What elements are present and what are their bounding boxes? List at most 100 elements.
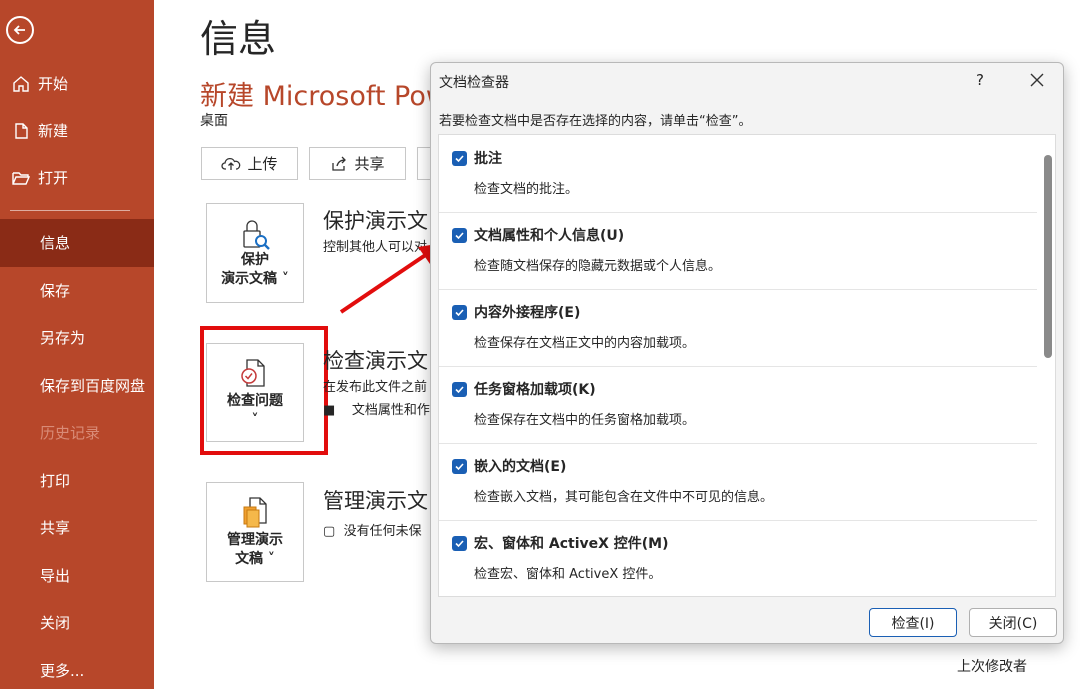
- option-label: 嵌入的文档(E): [474, 456, 566, 476]
- sidebar-item-label: 信息: [40, 232, 70, 253]
- sidebar-item-history: 历史记录: [0, 409, 154, 457]
- document-stack-icon: [238, 495, 272, 531]
- checkmark-icon: [454, 461, 465, 472]
- sidebar-item-save[interactable]: 保存: [0, 267, 154, 315]
- page-title: 信息: [200, 8, 276, 63]
- manage-card-label-2: 文稿: [235, 551, 263, 567]
- sidebar-item-label: 新建: [38, 120, 68, 141]
- inspect-button[interactable]: 检查(I): [869, 608, 957, 637]
- comments-checkbox[interactable]: [452, 151, 467, 166]
- sidebar-item-label: 打印: [40, 470, 70, 491]
- checkmark-icon: [454, 230, 465, 241]
- manage-presentation-button[interactable]: 管理演示 文稿 ˅: [206, 482, 304, 582]
- protect-section-desc: 控制其他人可以对: [323, 236, 427, 255]
- sidebar-item-info[interactable]: 信息: [0, 219, 154, 267]
- protect-card-label-2: 演示文稿: [221, 271, 277, 287]
- sidebar-item-open[interactable]: 打开: [0, 154, 154, 201]
- inspection-options-list: 批注 检查文档的批注。 文档属性和个人信息(U) 检查随文档保存的隐藏元数据或个…: [438, 134, 1056, 597]
- option-desc: 检查保存在文档正文中的内容加载项。: [474, 332, 695, 351]
- option-label: 内容外接程序(E): [474, 302, 580, 322]
- sidebar-item-print[interactable]: 打印: [0, 457, 154, 505]
- folder-open-icon: [12, 169, 30, 187]
- option-desc: 检查嵌入文档，其可能包含在文件中不可见的信息。: [474, 486, 773, 505]
- document-icon: ▢: [323, 524, 335, 539]
- document-location[interactable]: 桌面: [200, 110, 228, 130]
- list-item: 批注 检查文档的批注。: [439, 135, 1037, 213]
- protect-presentation-button[interactable]: 保护 演示文稿 ˅: [206, 203, 304, 303]
- inspect-bullet: ■ 文档属性和作: [323, 399, 430, 418]
- list-item: 任务窗格加载项(K) 检查保存在文档中的任务窗格加载项。: [439, 366, 1037, 444]
- inspect-section-desc: 在发布此文件之前: [323, 376, 427, 395]
- red-highlight-box: [200, 326, 328, 455]
- sidebar-item-home[interactable]: 开始: [0, 60, 154, 107]
- checkmark-icon: [454, 153, 465, 164]
- sidebar-item-new[interactable]: 新建: [0, 107, 154, 154]
- sidebar-item-label: 开始: [38, 73, 68, 94]
- list-item: 嵌入的文档(E) 检查嵌入文档，其可能包含在文件中不可见的信息。: [439, 443, 1037, 521]
- sidebar-nav: 信息 保存 另存为 保存到百度网盘 历史记录 打印 共享 导出 关闭 更多...: [0, 219, 154, 694]
- cloud-upload-icon: [221, 156, 241, 172]
- chevron-down-icon: ˅: [277, 271, 289, 287]
- manage-card-label-1: 管理演示: [227, 531, 283, 550]
- option-label: 宏、窗体和 ActiveX 控件(M): [474, 533, 669, 553]
- protect-card-label-1: 保护: [241, 251, 269, 270]
- option-desc: 检查保存在文档中的任务窗格加载项。: [474, 409, 695, 428]
- help-button[interactable]: ?: [976, 71, 984, 89]
- document-inspector-dialog: 文档检查器 ? 若要检查文档中是否存在选择的内容，请单击“检查”。 批注 检查文…: [430, 62, 1064, 644]
- sidebar-top-nav: 开始 新建 打开: [0, 60, 154, 201]
- inspect-section-title: 检查演示文: [323, 345, 428, 375]
- option-desc: 检查文档的批注。: [474, 178, 578, 197]
- close-icon: [1030, 73, 1044, 87]
- checkmark-icon: [454, 384, 465, 395]
- back-button[interactable]: [6, 16, 34, 44]
- inspect-bullet-text: 文档属性和作: [352, 403, 430, 418]
- sidebar-item-share[interactable]: 共享: [0, 504, 154, 552]
- properties-checkbox[interactable]: [452, 228, 467, 243]
- list-item: 宏、窗体和 ActiveX 控件(M) 检查宏、窗体和 ActiveX 控件。: [439, 520, 1037, 597]
- sidebar-item-label: 打开: [38, 167, 68, 188]
- sidebar-item-label: 关闭: [40, 612, 70, 633]
- manage-desc-text: 没有任何未保: [344, 524, 422, 539]
- sidebar-item-export[interactable]: 导出: [0, 552, 154, 600]
- home-icon: [12, 75, 30, 93]
- list-item: 文档属性和个人信息(U) 检查随文档保存的隐藏元数据或个人信息。: [439, 212, 1037, 290]
- share-button[interactable]: 共享: [309, 147, 406, 180]
- last-modified-by-label: 上次修改者: [957, 656, 1027, 676]
- share-icon: [330, 156, 348, 172]
- macros-checkbox[interactable]: [452, 536, 467, 551]
- sidebar-item-save-as[interactable]: 另存为: [0, 314, 154, 362]
- back-arrow-icon: [13, 23, 27, 37]
- close-button[interactable]: 关闭(C): [969, 608, 1057, 637]
- manage-section-title: 管理演示文: [323, 485, 428, 515]
- manage-section-desc: ▢ 没有任何未保: [323, 520, 422, 539]
- document-title: 新建 Microsoft Pow: [200, 74, 448, 113]
- option-label: 批注: [474, 148, 502, 168]
- option-desc: 检查随文档保存的隐藏元数据或个人信息。: [474, 255, 721, 274]
- sidebar-item-label: 导出: [40, 565, 70, 586]
- backstage-sidebar: 开始 新建 打开 信息 保存 另存为 保存到百度网盘 历史记录 打印 共享 导出…: [0, 0, 154, 689]
- chevron-down-icon: ˅: [263, 551, 275, 567]
- bullet-icon: ■: [323, 403, 335, 418]
- sidebar-item-label: 历史记录: [40, 422, 100, 443]
- lock-search-icon: [238, 217, 272, 251]
- list-scrollbar[interactable]: [1044, 155, 1052, 358]
- upload-button[interactable]: 上传: [201, 147, 298, 180]
- option-label: 文档属性和个人信息(U): [474, 225, 624, 245]
- content-addins-checkbox[interactable]: [452, 305, 467, 320]
- option-label: 任务窗格加载项(K): [474, 379, 596, 399]
- sidebar-item-label: 更多...: [40, 660, 84, 681]
- option-desc: 检查宏、窗体和 ActiveX 控件。: [474, 563, 661, 582]
- checkmark-icon: [454, 538, 465, 549]
- dialog-title: 文档检查器: [439, 72, 509, 92]
- sidebar-item-label: 保存到百度网盘: [40, 375, 145, 396]
- protect-section-title: 保护演示文: [323, 205, 428, 235]
- dialog-close-button[interactable]: [1025, 69, 1049, 91]
- embedded-docs-checkbox[interactable]: [452, 459, 467, 474]
- sidebar-item-save-to-baidu[interactable]: 保存到百度网盘: [0, 362, 154, 410]
- taskpane-addins-checkbox[interactable]: [452, 382, 467, 397]
- list-item: 内容外接程序(E) 检查保存在文档正文中的内容加载项。: [439, 289, 1037, 367]
- sidebar-item-close[interactable]: 关闭: [0, 599, 154, 647]
- sidebar-item-more[interactable]: 更多...: [0, 647, 154, 694]
- sidebar-item-label: 另存为: [40, 327, 85, 348]
- share-label: 共享: [354, 153, 384, 174]
